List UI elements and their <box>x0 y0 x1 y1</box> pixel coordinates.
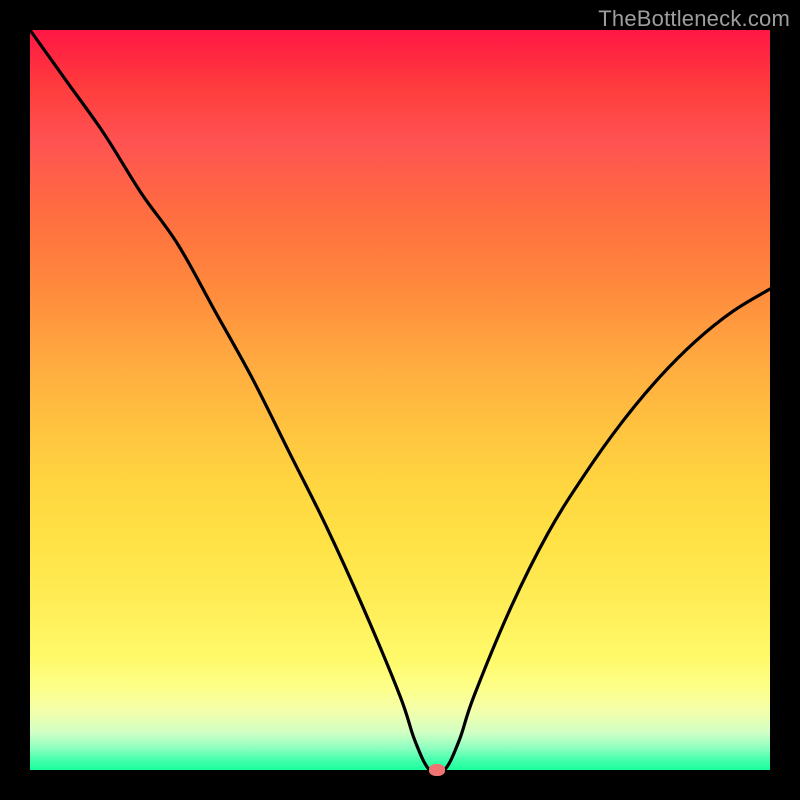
optimal-point-marker <box>429 764 445 776</box>
watermark-text: TheBottleneck.com <box>598 6 790 32</box>
plot-area <box>30 30 770 770</box>
curve-svg <box>30 30 770 770</box>
chart-container: TheBottleneck.com <box>0 0 800 800</box>
bottleneck-curve <box>30 30 770 774</box>
